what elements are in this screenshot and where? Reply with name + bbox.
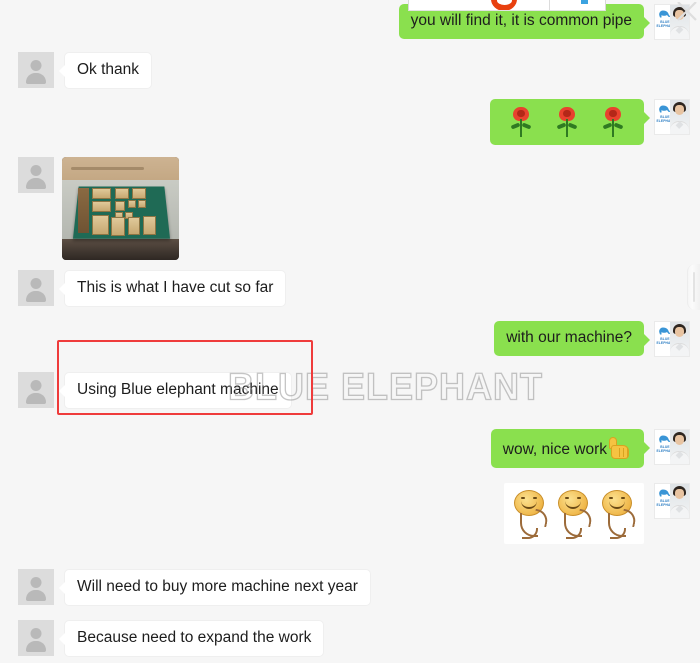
message-text: Because need to expand the work <box>77 629 312 646</box>
message-bubble-incoming[interactable]: This is what I have cut so far <box>58 270 287 307</box>
message-row-outgoing: BLUE ELEPHANT <box>490 99 690 145</box>
message-bubble-incoming[interactable]: Will need to buy more machine next year <box>59 569 371 606</box>
dancing-smiley-icon <box>552 488 596 540</box>
contact-avatar[interactable] <box>18 52 54 88</box>
message-image-thumbnail[interactable] <box>62 157 179 260</box>
message-bubble-outgoing[interactable]: wow, nice work <box>490 429 651 468</box>
company-avatar[interactable]: BLUE ELEPHANT <box>654 429 690 465</box>
message-row-incoming-highlighted: Using Blue elephant machine <box>18 372 292 409</box>
vertical-scrollbar[interactable] <box>687 264 700 310</box>
message-bubble-outgoing[interactable]: with our machine? <box>494 321 650 356</box>
contact-avatar[interactable] <box>18 569 54 605</box>
red-circle-logo-icon <box>491 0 517 10</box>
message-row-incoming: This is what I have cut so far <box>18 270 287 307</box>
blue-tick-icon <box>581 0 588 4</box>
scrollbar-thumb[interactable] <box>693 272 695 302</box>
divider <box>549 0 550 10</box>
message-row-incoming: Ok thank <box>18 52 153 89</box>
message-text: you will find it, it is common pipe <box>410 12 632 29</box>
message-row-incoming-image <box>18 157 179 260</box>
contact-avatar[interactable] <box>18 157 54 193</box>
company-avatar[interactable]: BLUE ELEPHANT <box>654 321 690 357</box>
message-row-outgoing: BLUE ELEPHANT wow, nice work <box>490 429 690 468</box>
dancing-smiley-icon <box>596 488 640 540</box>
message-text: with our machine? <box>506 329 632 346</box>
message-bubble-incoming[interactable]: Because need to expand the work <box>58 620 325 657</box>
dancing-smiley-sticker-group <box>504 483 644 544</box>
thumbs-up-icon <box>608 437 632 459</box>
message-row-incoming: Because need to expand the work <box>18 620 325 657</box>
chat-message-list[interactable]: BLUE ELEPHANT you will find it, it is co… <box>0 0 700 663</box>
top-window-strip <box>408 0 606 11</box>
message-bubble-incoming[interactable]: Ok thank <box>58 52 153 89</box>
close-x-icon[interactable] <box>676 2 698 24</box>
message-bubble-outgoing-emoji[interactable] <box>490 99 650 145</box>
dancing-smiley-icon <box>508 488 552 540</box>
message-row-incoming: Will need to buy more machine next year <box>18 569 371 606</box>
contact-avatar[interactable] <box>18 620 54 656</box>
message-row-outgoing: BLUE ELEPHANT with our machine? <box>494 321 690 357</box>
company-avatar[interactable]: BLUE ELEPHANT <box>654 99 690 135</box>
message-row-outgoing-sticker: BLUE ELEPHANT <box>504 483 690 544</box>
message-text: Using Blue elephant machine <box>77 381 279 398</box>
message-text: Will need to buy more machine next year <box>77 578 358 595</box>
contact-avatar[interactable] <box>18 270 54 306</box>
message-bubble-image[interactable] <box>62 157 179 260</box>
message-bubble-incoming[interactable]: Using Blue elephant machine <box>59 372 292 409</box>
contact-avatar[interactable] <box>18 372 54 408</box>
company-avatar[interactable]: BLUE ELEPHANT <box>654 483 690 519</box>
avatar-person-photo <box>670 484 689 518</box>
avatar-person-photo <box>670 322 689 356</box>
message-text: wow, nice work <box>502 441 607 458</box>
avatar-person-photo <box>670 100 689 134</box>
message-text: Ok thank <box>77 61 140 78</box>
rose-icon <box>510 107 532 137</box>
message-bubble-sticker[interactable] <box>504 483 644 544</box>
rose-emoji-group <box>504 105 630 139</box>
rose-icon <box>556 107 578 137</box>
avatar-person-photo <box>670 430 689 464</box>
rose-icon <box>602 107 624 137</box>
message-text: This is what I have cut so far <box>77 279 274 296</box>
